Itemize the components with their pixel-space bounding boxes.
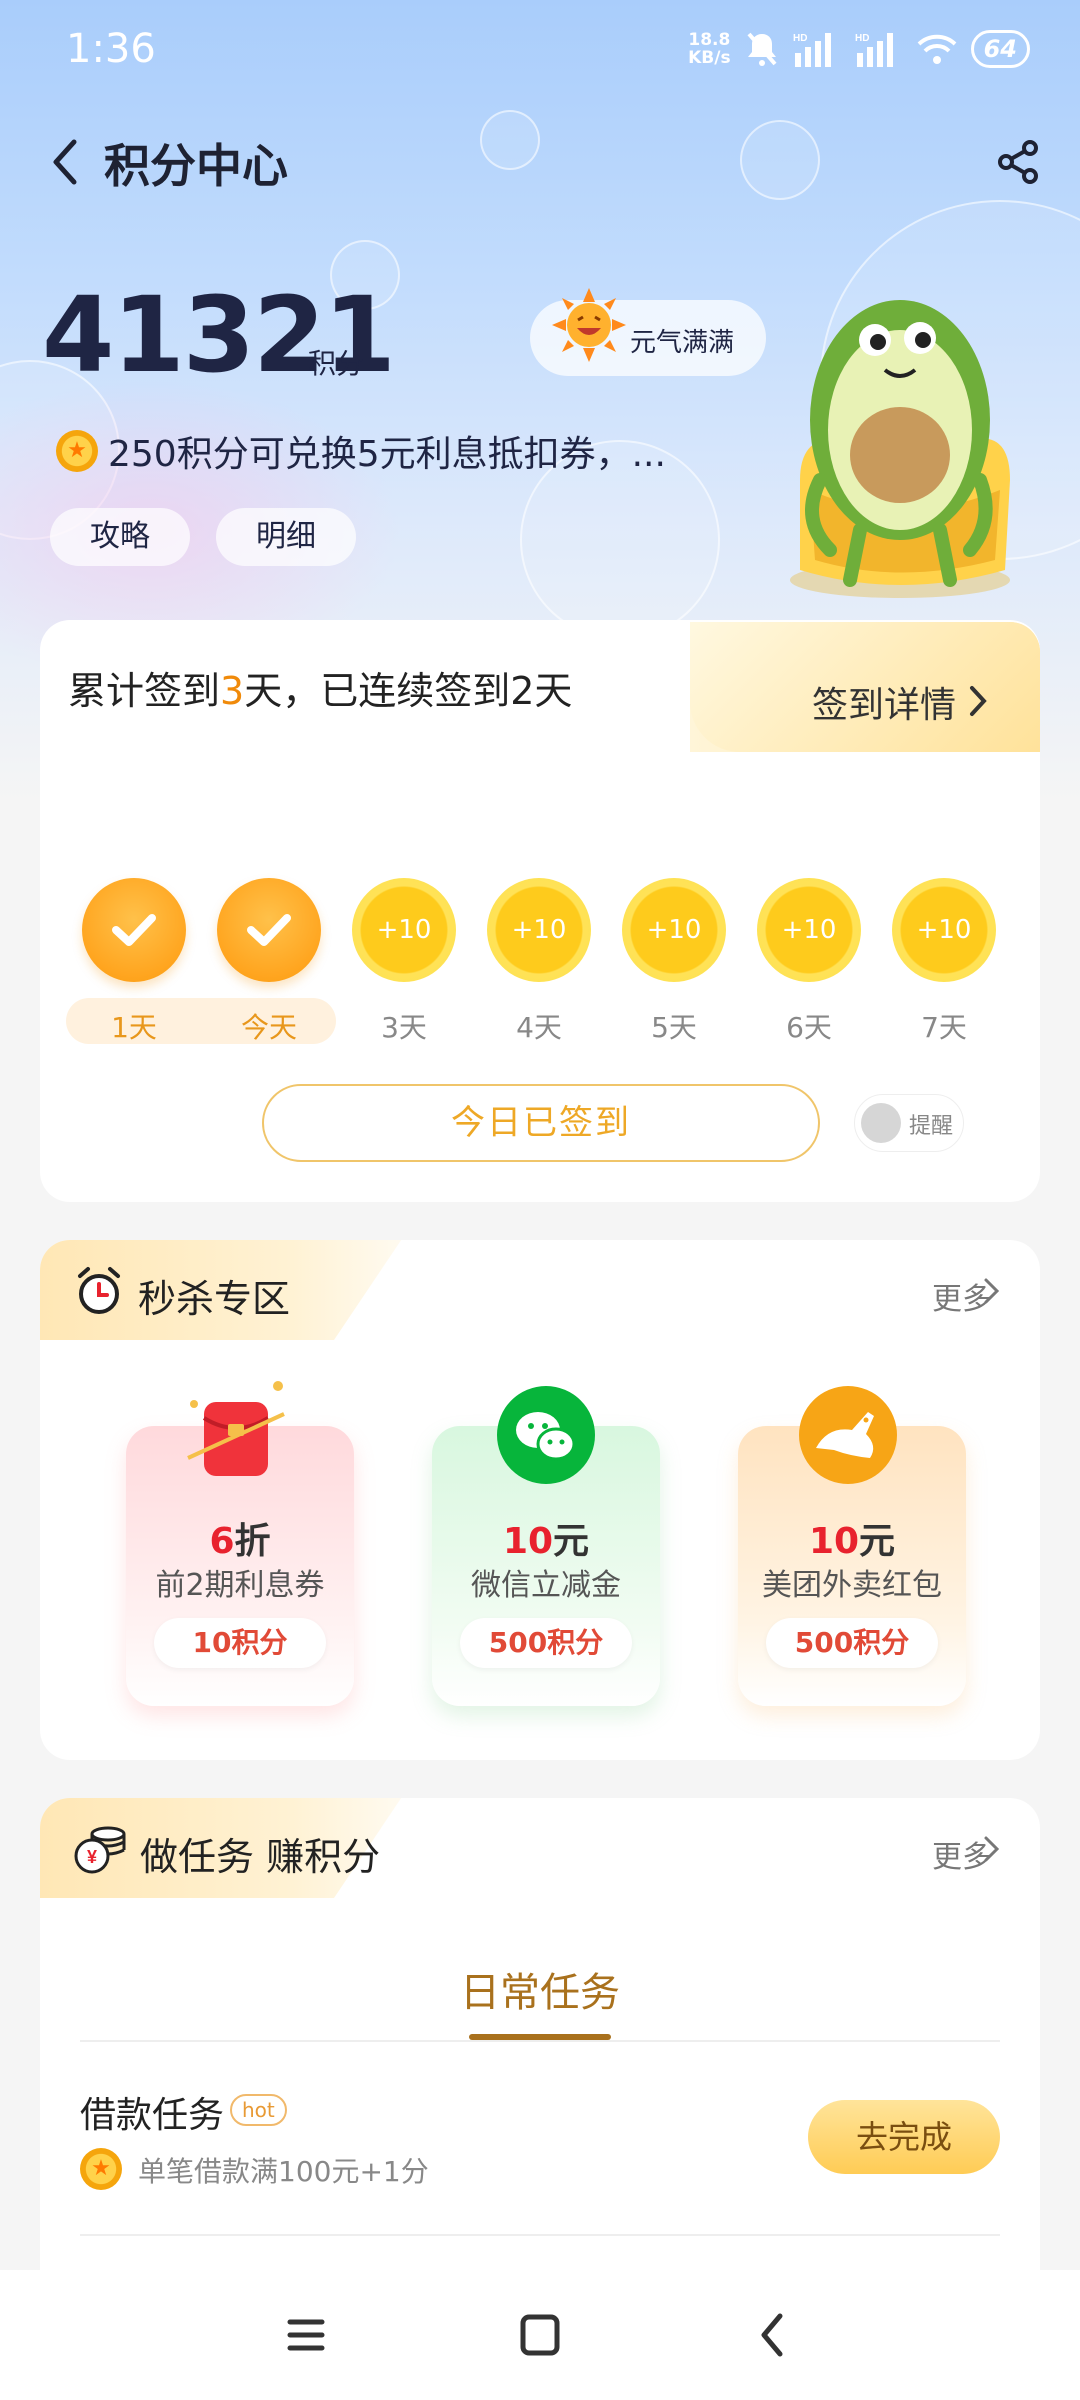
signal-icon: HD bbox=[793, 33, 831, 67]
checkmark-icon bbox=[82, 878, 186, 982]
task-description: 单笔借款满100元+1分 bbox=[138, 2155, 429, 2188]
page-title: 积分中心 bbox=[104, 139, 288, 193]
back-nav-icon[interactable] bbox=[744, 2310, 804, 2360]
status-time: 1:36 bbox=[66, 26, 156, 72]
battery-indicator: 64 bbox=[970, 30, 1030, 68]
offer-name: 微信立减金 bbox=[471, 1568, 621, 1603]
task-go-button[interactable]: 去完成 bbox=[808, 2100, 1000, 2174]
offer-name: 美团外卖红包 bbox=[762, 1568, 942, 1603]
system-nav-bar bbox=[0, 2270, 1080, 2400]
menu-icon[interactable] bbox=[276, 2310, 336, 2360]
mood-text: 元气满满 bbox=[630, 328, 735, 358]
tasks-title: 做任务 赚积分 bbox=[140, 1835, 381, 1879]
task-name: 借款任务 bbox=[80, 2095, 225, 2136]
points-unit: 积分 bbox=[308, 347, 365, 380]
sun-emoji-icon bbox=[552, 288, 626, 362]
checkin-day-today: 今天 bbox=[217, 878, 321, 1048]
signal-icon-2: HD bbox=[855, 33, 893, 67]
hot-badge: hot bbox=[230, 2094, 287, 2126]
wifi-icon bbox=[917, 34, 956, 64]
chevron-right-icon[interactable] bbox=[982, 1276, 1002, 1306]
red-envelope-icon bbox=[187, 1381, 285, 1476]
remind-toggle[interactable]: 提醒 bbox=[854, 1094, 964, 1152]
offer-value: 6折 bbox=[209, 1521, 271, 1562]
chevron-right-icon[interactable] bbox=[982, 1834, 1002, 1864]
home-icon[interactable] bbox=[510, 2310, 570, 2360]
status-bar: 1:36 18.8 KB/s HD HD 64 bbox=[0, 0, 1080, 100]
avocado-mascot-image bbox=[790, 300, 1010, 598]
meituan-kangaroo-icon bbox=[799, 1386, 897, 1484]
alarm-clock-icon bbox=[78, 1267, 120, 1314]
chevron-right-icon[interactable] bbox=[966, 684, 990, 718]
coin-icon bbox=[80, 2148, 122, 2190]
reward-coin-icon: +10 bbox=[352, 878, 456, 982]
points-tip[interactable]: 250积分可兑换5元利息抵扣券，... bbox=[56, 425, 666, 477]
flash-sale-title: 秒杀专区 bbox=[138, 1277, 291, 1321]
checkin-day-4: +10 4天 bbox=[487, 878, 591, 1048]
offer-value: 10元 bbox=[502, 1521, 590, 1562]
net-speed: 18.8 KB/s bbox=[688, 30, 731, 68]
divider bbox=[80, 2040, 1000, 2042]
offer-price-button[interactable]: 500积分 bbox=[766, 1618, 938, 1668]
reward-coin-icon: +10 bbox=[487, 878, 591, 982]
detail-button[interactable]: 明细 bbox=[216, 508, 356, 566]
offer-name: 前2期利息券 bbox=[155, 1568, 325, 1603]
checked-in-button[interactable]: 今日已签到 bbox=[262, 1084, 820, 1162]
wechat-icon bbox=[497, 1386, 595, 1484]
offer-price-button[interactable]: 10积分 bbox=[154, 1618, 326, 1668]
checkin-summary: 累计签到3天，已连续签到2天 bbox=[68, 669, 573, 713]
offer-value: 10元 bbox=[808, 1521, 896, 1562]
reward-coin-icon: +10 bbox=[892, 878, 996, 982]
checkin-detail-label[interactable]: 签到详情 bbox=[812, 676, 956, 728]
svg-text:¥: ¥ bbox=[87, 1847, 97, 1867]
mute-icon bbox=[747, 32, 777, 66]
divider bbox=[80, 2234, 1000, 2236]
offer-price-button[interactable]: 500积分 bbox=[460, 1618, 632, 1668]
svg-text:HD: HD bbox=[793, 33, 807, 44]
checkin-day-5: +10 5天 bbox=[622, 878, 726, 1048]
toggle-knob bbox=[861, 1103, 901, 1143]
back-icon[interactable] bbox=[44, 134, 88, 190]
checkin-day-1: 1天 bbox=[82, 878, 186, 1048]
checkin-day-7: +10 7天 bbox=[892, 878, 996, 1048]
tab-daily-tasks[interactable]: 日常任务 bbox=[0, 1960, 1080, 2018]
svg-text:HD: HD bbox=[855, 33, 869, 44]
reward-coin-icon: +10 bbox=[622, 878, 726, 982]
coin-icon bbox=[56, 430, 98, 472]
checkin-day-6: +10 6天 bbox=[757, 878, 861, 1048]
strategy-button[interactable]: 攻略 bbox=[50, 508, 190, 566]
checkmark-icon bbox=[217, 878, 321, 982]
checkin-day-3: +10 3天 bbox=[352, 878, 456, 1048]
coins-icon: ¥ bbox=[74, 1826, 126, 1874]
share-icon[interactable] bbox=[994, 138, 1042, 186]
reward-coin-icon: +10 bbox=[757, 878, 861, 982]
